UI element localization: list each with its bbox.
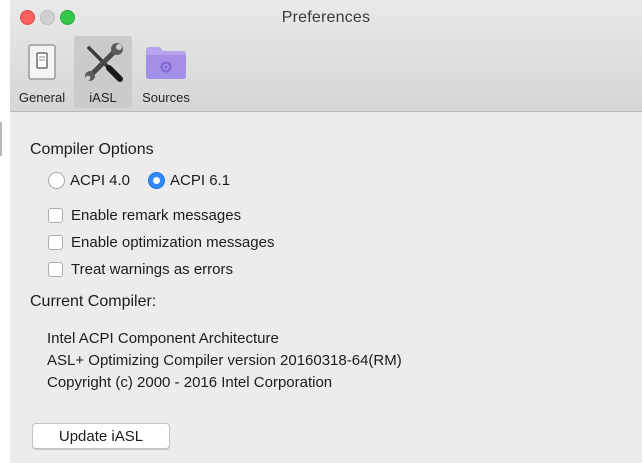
- toolbar-item-sources[interactable]: Sources: [132, 36, 200, 108]
- checkbox[interactable]: [48, 262, 63, 277]
- window-title: Preferences: [281, 9, 371, 26]
- titlebar: Preferences General iASL Sources: [10, 0, 642, 112]
- radio-acpi-6-1[interactable]: ACPI 6.1: [148, 172, 230, 189]
- radio-button[interactable]: [148, 172, 166, 189]
- checkbox-label: Treat warnings as errors: [71, 261, 233, 278]
- enable-remark-messages-checkbox[interactable]: Enable remark messages: [48, 207, 241, 224]
- preferences-window: Preferences General iASL Sources Compile…: [10, 0, 642, 463]
- compiler-info-line: Copyright (c) 2000 - 2016 Intel Corporat…: [47, 374, 333, 391]
- radio-label: ACPI 4.0: [70, 172, 131, 189]
- checkbox[interactable]: [48, 208, 63, 223]
- checkbox-label: Enable remark messages: [71, 207, 242, 224]
- compiler-info-line: ASL+ Optimizing Compiler version 2016031…: [47, 352, 402, 369]
- toolbar-item-iasl[interactable]: iASL: [74, 36, 132, 108]
- edge-marker: [0, 122, 2, 156]
- treat-warnings-as-errors-checkbox[interactable]: Treat warnings as errors: [48, 261, 233, 278]
- tools-icon: [80, 39, 126, 85]
- toolbar-item-general[interactable]: General: [10, 36, 74, 108]
- compiler-info-line: Intel ACPI Component Architecture: [47, 330, 279, 347]
- switch-icon: [19, 39, 65, 85]
- toolbar-item-label: General: [18, 90, 66, 105]
- compiler-options-heading: Compiler Options: [30, 141, 154, 158]
- iasl-preferences-pane: Compiler Options ACPI 4.0 ACPI 6.1 Enabl…: [10, 112, 642, 463]
- acpi-version-group: ACPI 4.0 ACPI 6.1: [48, 172, 248, 189]
- toolbar-item-label: iASL: [89, 90, 117, 105]
- checkbox-label: Enable optimization messages: [71, 234, 275, 251]
- radio-dot: [153, 177, 161, 184]
- background-edge: [0, 0, 10, 463]
- enable-optimization-messages-checkbox[interactable]: Enable optimization messages: [48, 234, 274, 251]
- toolbar-item-label: Sources: [142, 90, 190, 105]
- current-compiler-heading: Current Compiler:: [30, 293, 157, 310]
- radio-button[interactable]: [48, 172, 65, 189]
- folder-icon: [143, 39, 189, 85]
- update-iasl-button[interactable]: Update iASL: [32, 423, 170, 449]
- radio-acpi-4-0[interactable]: ACPI 4.0: [48, 172, 130, 189]
- checkbox[interactable]: [48, 235, 63, 250]
- radio-label: ACPI 6.1: [170, 172, 231, 189]
